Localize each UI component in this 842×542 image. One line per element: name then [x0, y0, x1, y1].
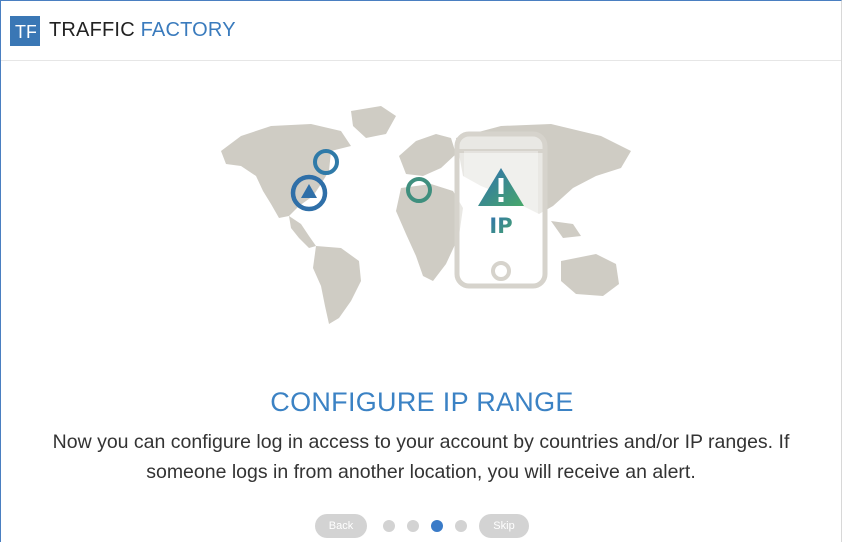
logo-letters: TF	[15, 22, 36, 42]
logo-icon: TF	[10, 15, 40, 46]
phone-label: IP	[489, 214, 512, 238]
pager-dot-2[interactable]	[407, 520, 419, 532]
header: TF TRAFFIC FACTORY	[1, 1, 841, 61]
alert-dot	[498, 197, 504, 202]
continent-europe	[399, 134, 456, 176]
continent-central-america	[289, 216, 316, 248]
brand-name: TRAFFIC FACTORY	[49, 19, 236, 42]
description: Now you can configure log in access to y…	[7, 427, 835, 487]
alert-mark	[498, 178, 504, 194]
continent-africa	[396, 184, 463, 281]
continent-south-america	[313, 246, 361, 324]
continent-islands	[551, 221, 581, 238]
onboarding-pager: Back Skip	[1, 514, 842, 538]
skip-button[interactable]: Skip	[479, 514, 529, 538]
page-title: CONFIGURE IP RANGE	[270, 387, 574, 417]
description-line: someone logs in from another location, y…	[146, 461, 696, 483]
back-button[interactable]: Back	[315, 514, 367, 538]
description-line: Now you can configure log in access to y…	[52, 431, 790, 453]
continent-australia	[561, 254, 619, 296]
hero-illustration: IP	[201, 96, 651, 331]
pager-dot-1[interactable]	[383, 520, 395, 532]
brand-primary: TRAFFIC	[49, 19, 135, 41]
brand-secondary: FACTORY	[140, 19, 236, 41]
world-map-icon: IP	[221, 106, 631, 324]
continent-greenland	[351, 106, 396, 138]
pager-dot-4[interactable]	[455, 520, 467, 532]
pager-dot-3-active[interactable]	[431, 520, 443, 532]
app-frame: TF TRAFFIC FACTORY IP CONFIGURE IP RANGE…	[0, 0, 842, 542]
